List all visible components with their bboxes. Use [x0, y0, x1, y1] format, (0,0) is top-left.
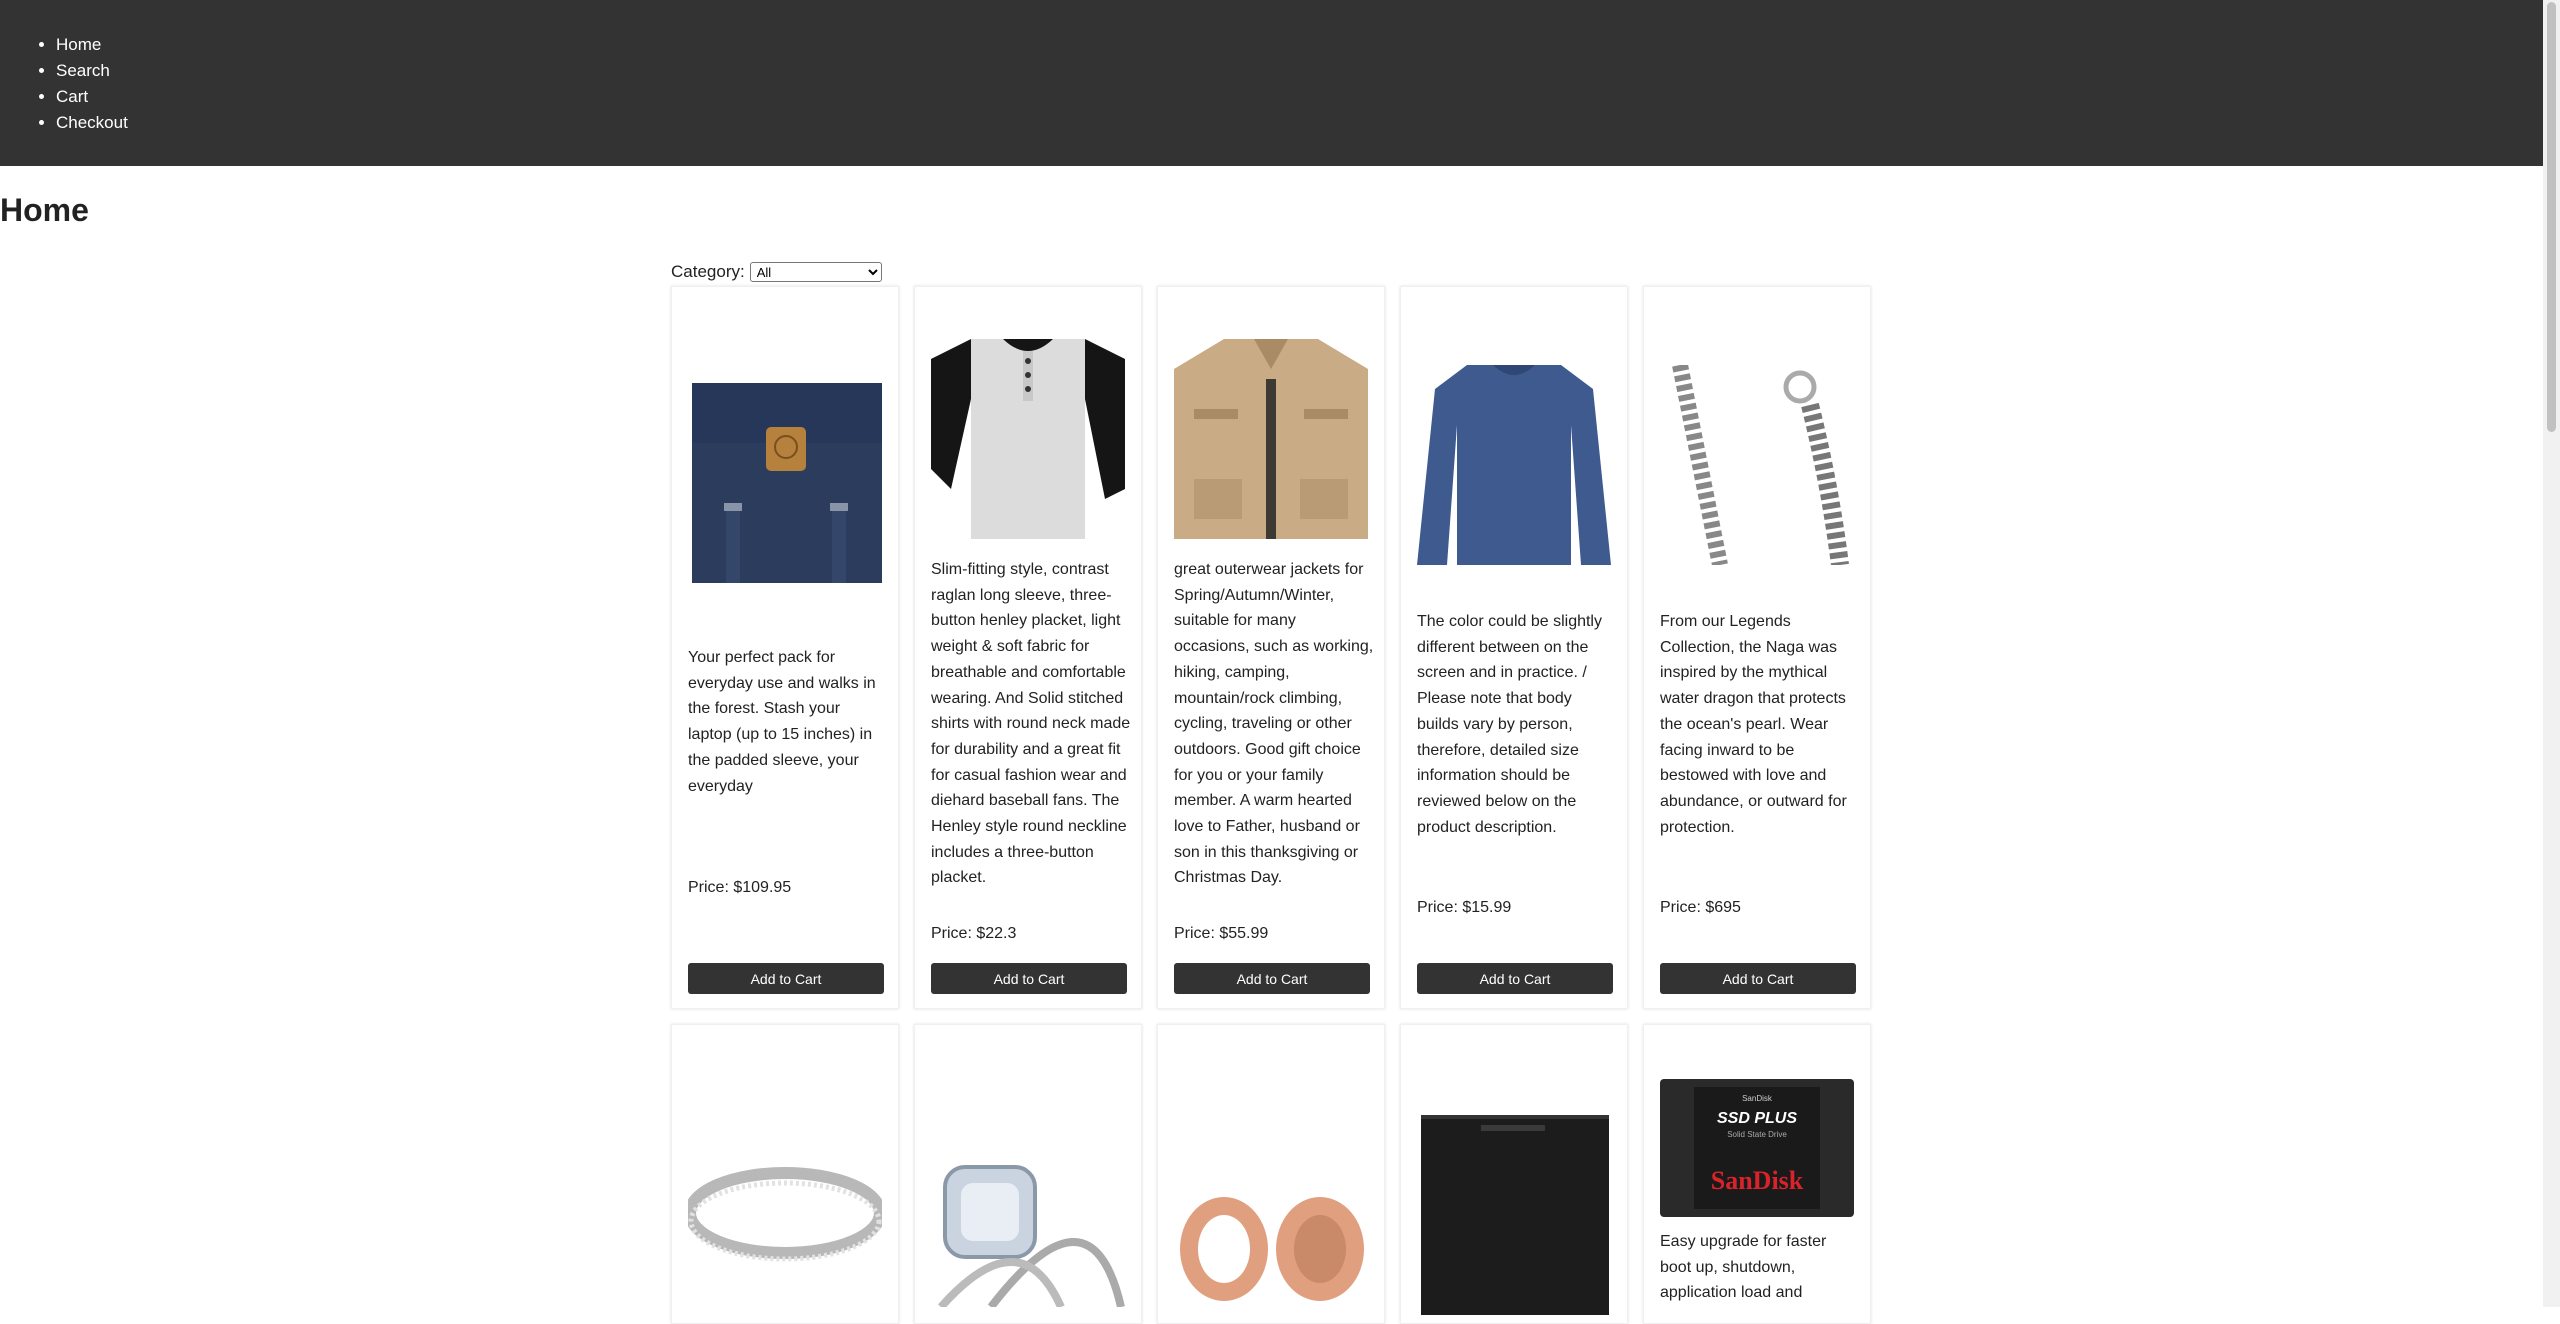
- add-to-cart-button[interactable]: Add to Cart: [1174, 963, 1370, 994]
- ssd-brand-small: SanDisk: [1742, 1094, 1773, 1103]
- product-card: SanDisk SSD PLUS Solid State Drive SanDi…: [1643, 1024, 1871, 1324]
- nav-list: Home Search Cart Checkout: [56, 32, 128, 136]
- scrollbar-thumb[interactable]: [2547, 2, 2556, 432]
- product-card: Your perfect pack for everyday use and w…: [671, 286, 899, 1009]
- ssd-model-label: SSD PLUS: [1717, 1110, 1797, 1127]
- product-card: [1157, 1024, 1385, 1324]
- product-card: [671, 1024, 899, 1324]
- ssd-sub-label: Solid State Drive: [1727, 1130, 1787, 1139]
- ssd-brand-logo: SanDisk: [1711, 1166, 1804, 1195]
- backpack-image: [688, 383, 882, 583]
- add-to-cart-button[interactable]: Add to Cart: [1660, 963, 1856, 994]
- category-label: Category:: [671, 262, 745, 281]
- henley-shirt-image: [931, 339, 1125, 539]
- product-card: [914, 1024, 1142, 1324]
- product-card: Slim-fitting style, contrast raglan long…: [914, 286, 1142, 1009]
- product-description: great outerwear jackets for Spring/Autum…: [1174, 561, 1374, 887]
- product-price: Price: $55.99: [1174, 925, 1269, 942]
- add-to-cart-button[interactable]: Add to Cart: [1417, 963, 1613, 994]
- product-card: [1400, 1024, 1628, 1324]
- product-description: From our Legends Collection, the Naga wa…: [1660, 613, 1847, 836]
- product-description: Slim-fitting style, contrast raglan long…: [931, 561, 1131, 887]
- product-card: The color could be slightly different be…: [1400, 286, 1628, 1009]
- nav-item-search[interactable]: Search: [56, 58, 128, 84]
- engagement-ring-image: [931, 1157, 1125, 1310]
- category-select[interactable]: All: [749, 262, 882, 282]
- nav-item-home[interactable]: Home: [56, 32, 128, 58]
- nav-item-checkout[interactable]: Checkout: [56, 110, 128, 136]
- ssd-image: SanDisk SSD PLUS Solid State Drive SanDi…: [1660, 1079, 1854, 1217]
- top-navigation-bar: Home Search Cart Checkout: [0, 0, 2543, 166]
- category-filter: Category: All: [671, 262, 882, 282]
- product-card: great outerwear jackets for Spring/Autum…: [1157, 286, 1385, 1009]
- add-to-cart-button[interactable]: Add to Cart: [931, 963, 1127, 994]
- nav-item-cart[interactable]: Cart: [56, 84, 128, 110]
- ear-plugs-image: [1174, 1189, 1368, 1309]
- add-to-cart-button[interactable]: Add to Cart: [688, 963, 884, 994]
- product-price: Price: $695: [1660, 899, 1741, 916]
- page-title: Home: [0, 192, 89, 228]
- hard-drive-image: [1417, 1115, 1611, 1315]
- product-description: The color could be slightly different be…: [1417, 613, 1602, 836]
- long-sleeve-shirt-image: [1417, 365, 1611, 565]
- product-card: From our Legends Collection, the Naga wa…: [1643, 286, 1871, 1009]
- product-price: Price: $109.95: [688, 879, 792, 896]
- page-scrollbar[interactable]: [2543, 0, 2560, 1307]
- product-price: Price: $15.99: [1417, 899, 1512, 916]
- product-price: Price: $22.3: [931, 925, 1017, 942]
- chain-bracelet-image: [1660, 363, 1854, 567]
- jacket-image: [1174, 339, 1368, 539]
- product-description: Easy upgrade for faster boot up, shutdow…: [1660, 1233, 1827, 1302]
- product-description: Your perfect pack for everyday use and w…: [688, 649, 876, 795]
- band-ring-image: [684, 1163, 886, 1283]
